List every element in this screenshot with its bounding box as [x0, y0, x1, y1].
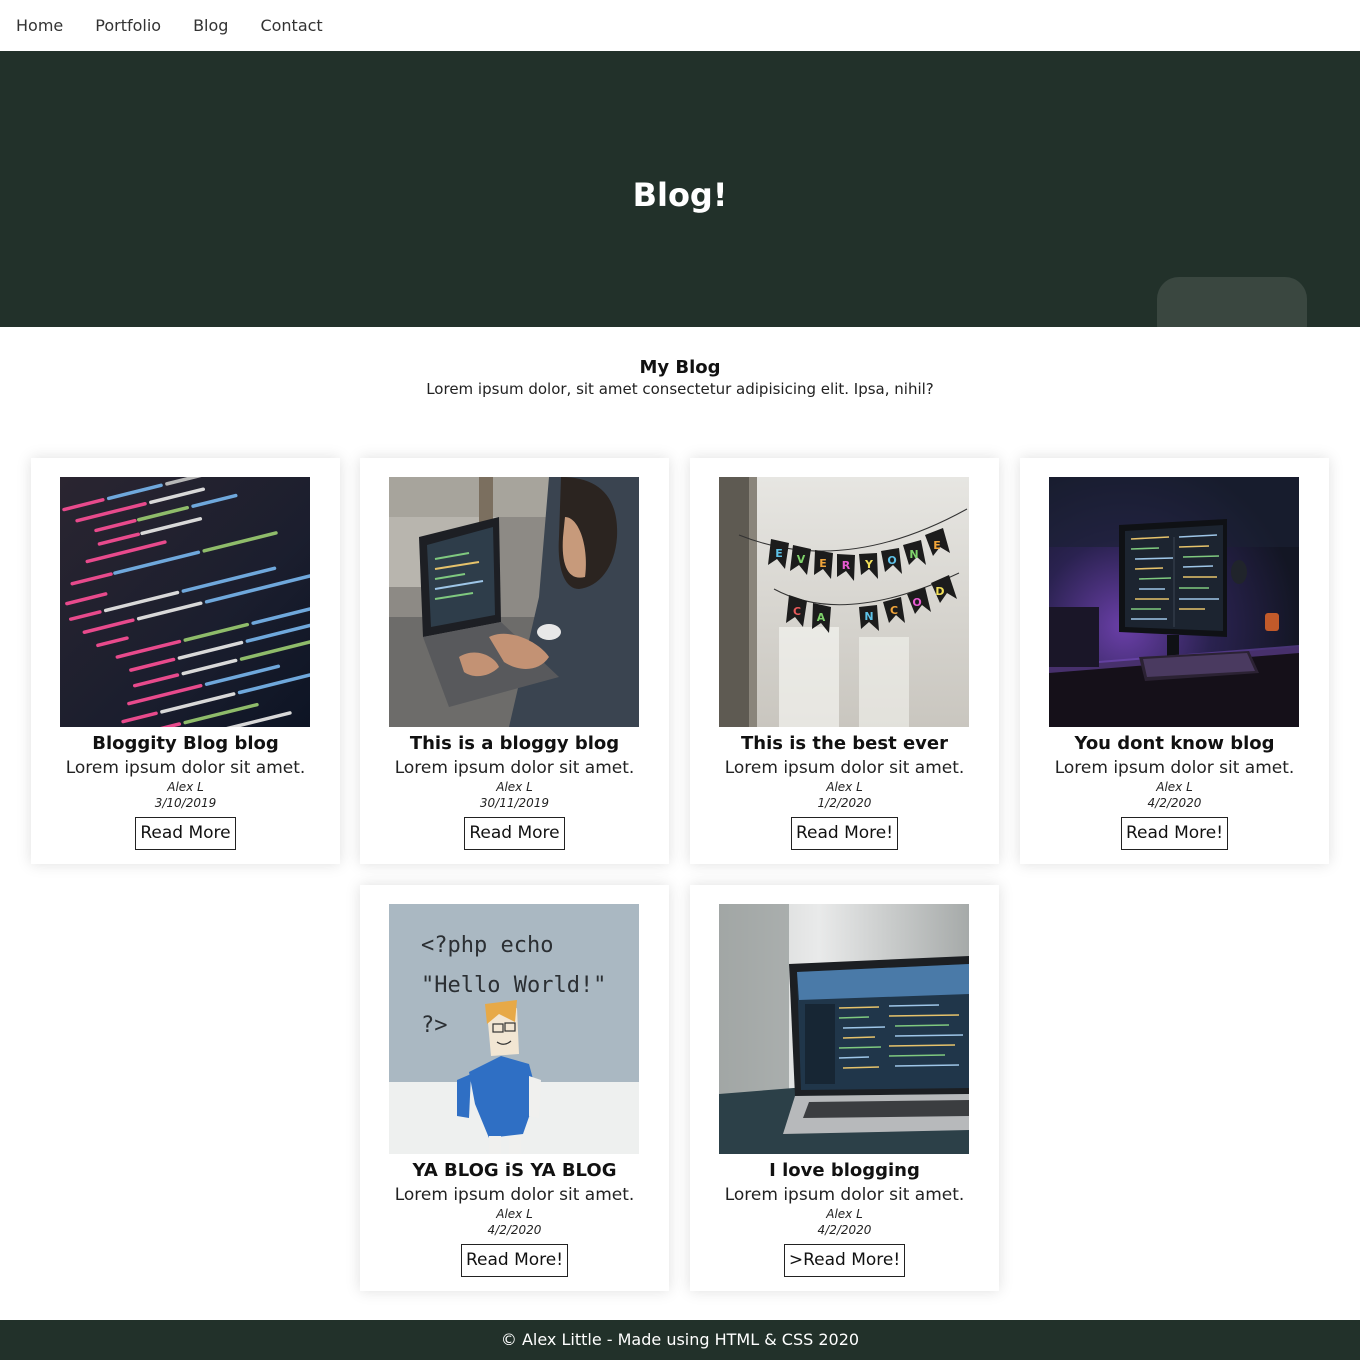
read-more-button[interactable]: Read More: [135, 817, 236, 850]
hero-title: Blog!: [632, 176, 728, 214]
blog-card: E V E R Y O N E C A N C O D This is the …: [690, 458, 999, 864]
post-image-man-laptop[interactable]: [389, 477, 639, 727]
banner-photo: E V E R Y O N E C A N C O D: [719, 477, 969, 727]
post-date: 4/2/2020: [817, 1223, 872, 1237]
read-more-wrap: Read More: [31, 817, 340, 850]
site-footer: © Alex Little - Made using HTML & CSS 20…: [0, 1320, 1360, 1360]
post-author: Alex L: [496, 1207, 533, 1221]
hero-banner: Blog!: [0, 51, 1360, 327]
post-author: Alex L: [1156, 780, 1193, 794]
post-date: 4/2/2020: [487, 1223, 542, 1237]
post-title[interactable]: Bloggity Blog blog: [31, 732, 340, 756]
post-date: 3/10/2019: [154, 796, 217, 810]
post-description: Lorem ipsum dolor sit amet.: [1054, 758, 1295, 778]
post-author: Alex L: [167, 780, 204, 794]
svg-text:D: D: [935, 585, 944, 598]
read-more-wrap: Read More: [360, 817, 669, 850]
svg-text:Y: Y: [864, 558, 874, 571]
svg-text:N: N: [864, 610, 873, 623]
man-laptop-photo: [389, 477, 639, 727]
post-title[interactable]: YA BLOG iS YA BLOG: [360, 1159, 669, 1183]
read-more-wrap: Read More!: [1020, 817, 1329, 850]
svg-text:<?php echo: <?php echo: [421, 933, 553, 958]
post-description: Lorem ipsum dolor sit amet.: [724, 758, 965, 778]
read-more-button[interactable]: Read More: [464, 817, 565, 850]
svg-text:E: E: [819, 557, 827, 570]
blog-intro-text: Lorem ipsum dolor, sit amet consectetur …: [426, 380, 934, 398]
svg-text:R: R: [842, 559, 851, 572]
read-more-button[interactable]: Read More!: [790, 817, 899, 850]
blog-card: You dont know blog Lorem ipsum dolor sit…: [1020, 458, 1329, 864]
svg-text:C: C: [793, 605, 801, 618]
laptop-table-photo: [719, 904, 969, 1154]
nav-portfolio[interactable]: Portfolio: [95, 16, 161, 35]
post-author: Alex L: [826, 1207, 863, 1221]
monitor-desk-photo: [1049, 477, 1299, 727]
post-image-monitor-desk[interactable]: [1049, 477, 1299, 727]
post-image-paper-figure[interactable]: <?php echo "Hello World!" ?>: [389, 904, 639, 1154]
svg-text:E: E: [933, 539, 941, 552]
post-title[interactable]: I love blogging: [690, 1159, 999, 1183]
nav-home[interactable]: Home: [16, 16, 63, 35]
paper-figure-photo: <?php echo "Hello World!" ?>: [389, 904, 639, 1154]
code-screen-photo: [60, 477, 310, 727]
post-title[interactable]: You dont know blog: [1020, 732, 1329, 756]
post-image-laptop-table[interactable]: [719, 904, 969, 1154]
post-title[interactable]: This is the best ever: [690, 732, 999, 756]
post-date: 4/2/2020: [1147, 796, 1202, 810]
blog-card: I love blogging Lorem ipsum dolor sit am…: [690, 885, 999, 1291]
svg-text:C: C: [890, 604, 898, 617]
post-author: Alex L: [496, 780, 533, 794]
post-description: Lorem ipsum dolor sit amet.: [65, 758, 306, 778]
svg-text:?>: ?>: [421, 1013, 448, 1038]
read-more-button[interactable]: >Read More!: [783, 1244, 906, 1277]
nav-contact[interactable]: Contact: [260, 16, 322, 35]
svg-text:O: O: [887, 554, 896, 567]
footer-text: © Alex Little - Made using HTML & CSS 20…: [500, 1330, 860, 1349]
hero-decorative-tab: [1157, 277, 1307, 327]
svg-text:E: E: [775, 547, 783, 560]
read-more-button[interactable]: Read More!: [460, 1244, 569, 1277]
top-nav: Home Portfolio Blog Contact: [0, 0, 1360, 51]
read-more-button[interactable]: Read More!: [1120, 817, 1229, 850]
blog-heading: My Blog: [639, 357, 721, 378]
post-image-code-screen[interactable]: [60, 477, 310, 727]
svg-text:A: A: [817, 611, 826, 624]
post-description: Lorem ipsum dolor sit amet.: [724, 1185, 965, 1205]
post-image-banner[interactable]: E V E R Y O N E C A N C O D: [719, 477, 969, 727]
post-author: Alex L: [826, 780, 863, 794]
svg-text:N: N: [909, 548, 918, 561]
post-date: 30/11/2019: [479, 796, 550, 810]
svg-text:V: V: [797, 553, 806, 566]
nav-blog[interactable]: Blog: [193, 16, 228, 35]
read-more-wrap: Read More!: [360, 1244, 669, 1277]
blog-intro: My Blog Lorem ipsum dolor, sit amet cons…: [0, 357, 1360, 399]
read-more-wrap: >Read More!: [690, 1244, 999, 1277]
read-more-wrap: Read More!: [690, 817, 999, 850]
blog-card: <?php echo "Hello World!" ?> YA BLOG iS …: [360, 885, 669, 1291]
svg-text:O: O: [912, 596, 921, 609]
post-title[interactable]: This is a bloggy blog: [360, 732, 669, 756]
blog-card: This is a bloggy blog Lorem ipsum dolor …: [360, 458, 669, 864]
post-description: Lorem ipsum dolor sit amet.: [394, 758, 635, 778]
blog-card: Bloggity Blog blog Lorem ipsum dolor sit…: [31, 458, 340, 864]
svg-text:"Hello World!": "Hello World!": [421, 973, 606, 998]
post-description: Lorem ipsum dolor sit amet.: [394, 1185, 635, 1205]
post-date: 1/2/2020: [817, 796, 872, 810]
